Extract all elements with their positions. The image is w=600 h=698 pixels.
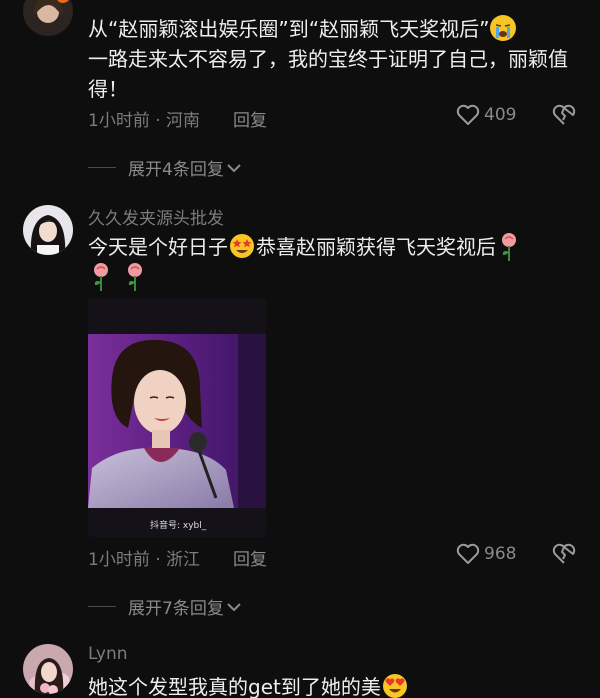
- expand-replies-button[interactable]: 展开4条回复: [88, 155, 242, 180]
- crying-face-emoji: [490, 15, 517, 41]
- comment-text: 她这个发型我真的get到了她的美: [88, 672, 578, 698]
- rose-emoji: [124, 262, 146, 292]
- time-location: 1小时前 · 浙江: [88, 550, 201, 570]
- star-struck-emoji: [229, 233, 255, 259]
- avatar[interactable]: [23, 644, 73, 694]
- broken-heart-icon: [552, 104, 576, 125]
- username[interactable]: Lynn: [88, 644, 128, 664]
- divider: [88, 167, 116, 168]
- like-button[interactable]: 968: [456, 543, 516, 565]
- reply-button[interactable]: 回复: [233, 106, 267, 131]
- like-count: 968: [484, 544, 517, 564]
- heart-eyes-emoji: [382, 673, 408, 698]
- like-button[interactable]: 409: [456, 104, 516, 126]
- comment-text: 从“赵丽颖滚出娱乐圈”到“赵丽颖飞天奖视后” 一路走来太不容易了，我的宝终于证明…: [88, 15, 568, 101]
- comment-feed: 从“赵丽颖滚出娱乐圈”到“赵丽颖飞天奖视后” 一路走来太不容易了，我的宝终于证明…: [0, 0, 600, 698]
- chevron-down-icon: [227, 602, 241, 611]
- time-location: 1小时前 · 河南: [88, 111, 201, 131]
- divider: [88, 606, 116, 607]
- broken-heart-icon: [552, 543, 576, 564]
- reply-button[interactable]: 回复: [233, 545, 267, 570]
- avatar[interactable]: [23, 205, 73, 255]
- heart-outline-icon: [456, 104, 480, 125]
- comment-photo[interactable]: 抖音号: xybl_: [88, 298, 266, 537]
- rose-emoji: [498, 232, 520, 262]
- dislike-button[interactable]: [552, 104, 576, 130]
- comment-text: 今天是个好日子 恭喜赵丽颖获得飞天奖视后: [88, 232, 578, 292]
- username[interactable]: 久久发夹源头批发: [88, 204, 224, 229]
- avatar[interactable]: [23, 0, 73, 36]
- expand-replies-button[interactable]: 展开7条回复: [88, 594, 242, 619]
- chevron-down-icon: [227, 163, 241, 172]
- like-count: 409: [484, 105, 517, 125]
- heart-outline-icon: [456, 543, 480, 564]
- photo-watermark: 抖音号: xybl_: [150, 521, 207, 531]
- rose-emoji: [90, 262, 112, 292]
- dislike-button[interactable]: [552, 543, 576, 569]
